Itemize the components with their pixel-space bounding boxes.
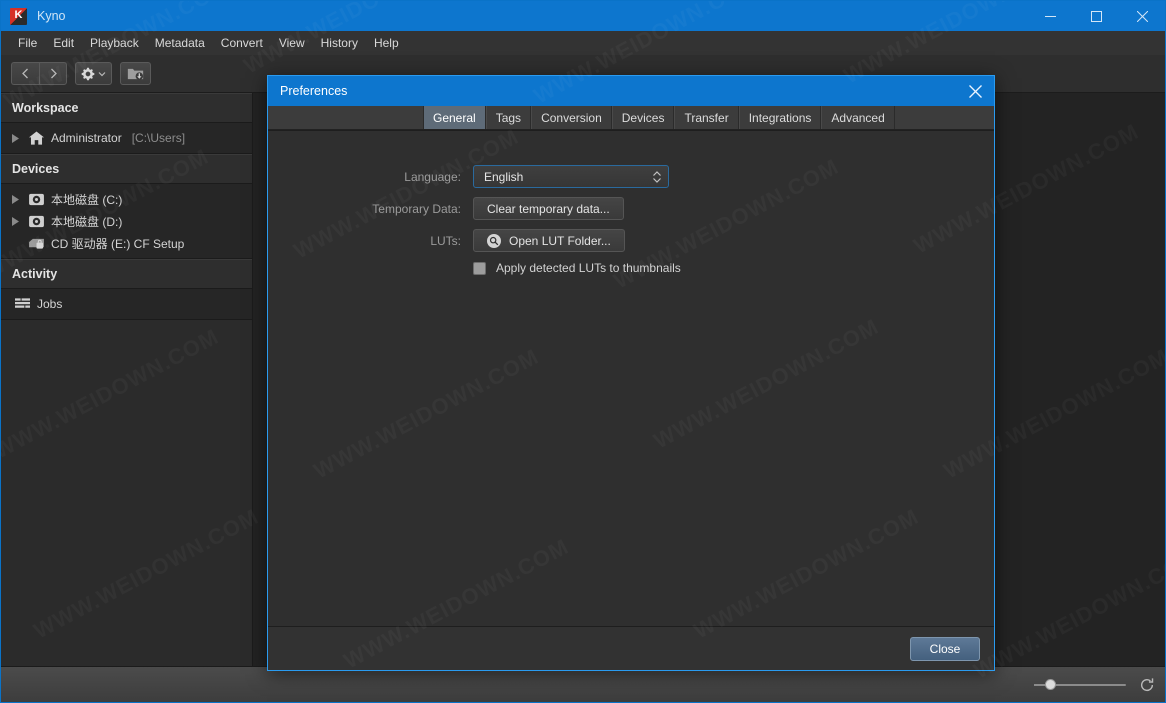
expand-twisty-icon[interactable]	[9, 216, 21, 226]
gear-icon	[81, 67, 95, 80]
minimize-icon[interactable]	[1027, 1, 1073, 31]
sidebar-section-devices-body: 本地磁盘 (C:) 本地磁盘 (D:) CD 驱动器 (E:) CF Setup	[1, 184, 252, 259]
sidebar-section-workspace-body: Administrator [C:\Users]	[1, 123, 252, 154]
dialog-title-bar: Preferences	[268, 76, 994, 106]
jobs-list-icon	[13, 298, 31, 310]
dialog-close-icon[interactable]	[956, 76, 994, 106]
home-icon	[27, 131, 45, 145]
app-logo-icon: K	[10, 7, 27, 25]
expand-twisty-icon[interactable]	[9, 133, 21, 143]
menu-bar: File Edit Playback Metadata Convert View…	[1, 31, 1165, 55]
clear-temporary-data-button[interactable]: Clear temporary data...	[473, 197, 624, 220]
sidebar-item-administrator[interactable]: Administrator [C:\Users]	[1, 127, 252, 149]
menu-edit[interactable]: Edit	[45, 33, 82, 53]
nav-button-group	[11, 62, 67, 85]
harddisk-icon	[27, 215, 45, 228]
maximize-icon[interactable]	[1073, 1, 1119, 31]
menu-convert[interactable]: Convert	[213, 33, 271, 53]
window-controls	[1027, 1, 1165, 31]
settings-button[interactable]	[75, 62, 112, 85]
magnifier-icon	[487, 233, 501, 248]
status-bar	[1, 666, 1165, 702]
sidebar-item-label: Jobs	[37, 297, 63, 311]
dialog-title: Preferences	[280, 84, 348, 98]
sidebar-item-disk-d[interactable]: 本地磁盘 (D:)	[1, 210, 252, 232]
expand-twisty-icon[interactable]	[9, 194, 21, 204]
apply-luts-checkbox[interactable]	[473, 261, 486, 275]
sidebar-section-workspace-header: Workspace	[1, 93, 252, 123]
folder-download-icon	[127, 68, 144, 80]
zoom-slider-min-tick	[1034, 683, 1040, 686]
tab-conversion[interactable]: Conversion	[531, 106, 612, 129]
luts-row: LUTs: Open LUT Folder...	[268, 229, 994, 252]
zoom-slider-thumb[interactable]	[1045, 679, 1056, 690]
tab-devices[interactable]: Devices	[611, 106, 675, 129]
sidebar-section-devices-header: Devices	[1, 154, 252, 184]
sidebar-section-activity-header: Activity	[1, 259, 252, 289]
menu-file[interactable]: File	[10, 33, 45, 53]
sidebar: Workspace Administrator [C:\Users] Devic…	[1, 93, 253, 666]
preferences-dialog: Preferences General Tags Conversion Devi…	[267, 75, 995, 671]
luts-label: LUTs:	[430, 233, 461, 248]
application-window: K Kyno File Edit Playback Metadata Conve…	[0, 0, 1166, 703]
close-button[interactable]: Close	[910, 636, 980, 661]
apply-luts-checkbox-row: Apply detected LUTs to thumbnails	[473, 261, 994, 275]
sidebar-item-label: 本地磁盘 (D:)	[51, 214, 123, 229]
toolbar	[1, 55, 253, 93]
sidebar-item-path: [C:\Users]	[131, 131, 186, 145]
menu-view[interactable]: View	[271, 33, 313, 53]
dialog-body-general: Language: English Temporary Data: Clear …	[268, 130, 994, 626]
sidebar-item-label: CD 驱动器 (E:) CF Setup	[51, 236, 185, 251]
language-label: Language:	[404, 169, 461, 184]
close-icon[interactable]	[1119, 1, 1165, 31]
tab-integrations[interactable]: Integrations	[738, 106, 822, 129]
harddisk-icon	[27, 193, 45, 206]
sidebar-item-label: Administrator	[51, 131, 122, 145]
language-select[interactable]: English	[473, 165, 669, 188]
dialog-tab-bar: General Tags Conversion Devices Transfer…	[268, 106, 994, 130]
tab-general[interactable]: General	[423, 106, 486, 129]
open-lut-folder-label: Open LUT Folder...	[509, 233, 611, 248]
import-folder-button[interactable]	[120, 62, 151, 85]
cdrom-lock-icon	[27, 237, 45, 250]
dialog-footer: Close	[268, 626, 994, 670]
menu-metadata[interactable]: Metadata	[147, 33, 213, 53]
open-lut-folder-button[interactable]: Open LUT Folder...	[473, 229, 625, 252]
sidebar-item-cdrom-e[interactable]: CD 驱动器 (E:) CF Setup	[1, 232, 252, 254]
chevron-left-icon	[22, 68, 28, 79]
temporary-data-row: Temporary Data: Clear temporary data...	[268, 197, 994, 220]
menu-history[interactable]: History	[313, 33, 366, 53]
sidebar-section-activity-body: Jobs	[1, 289, 252, 320]
apply-luts-checkbox-label: Apply detected LUTs to thumbnails	[496, 261, 681, 275]
title-bar: K Kyno	[1, 1, 1165, 31]
tab-transfer[interactable]: Transfer	[674, 106, 739, 129]
zoom-slider[interactable]	[1034, 678, 1126, 692]
back-button[interactable]	[11, 62, 39, 85]
forward-button[interactable]	[39, 62, 67, 85]
app-title: Kyno	[37, 9, 66, 23]
language-selected-value: English	[484, 169, 524, 184]
refresh-icon[interactable]	[1139, 677, 1155, 693]
chevron-right-icon	[50, 68, 57, 79]
menu-help[interactable]: Help	[366, 33, 407, 53]
chevron-down-icon	[98, 71, 106, 76]
temporary-data-label: Temporary Data:	[372, 201, 461, 216]
sidebar-item-disk-c[interactable]: 本地磁盘 (C:)	[1, 188, 252, 210]
chevron-updown-icon	[652, 170, 662, 184]
language-row: Language: English	[268, 165, 994, 188]
sidebar-item-label: 本地磁盘 (C:)	[51, 192, 123, 207]
tab-advanced[interactable]: Advanced	[821, 106, 895, 129]
menu-playback[interactable]: Playback	[82, 33, 147, 53]
app-logo-letter: K	[14, 9, 23, 21]
sidebar-item-jobs[interactable]: Jobs	[1, 293, 252, 315]
tab-tags[interactable]: Tags	[485, 106, 532, 129]
